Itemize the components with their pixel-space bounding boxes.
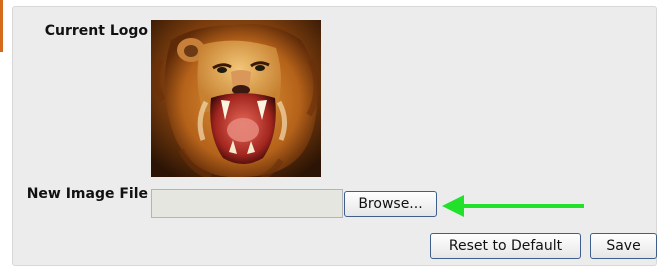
reset-to-default-button[interactable]: Reset to Default xyxy=(430,233,581,259)
current-logo-image xyxy=(151,20,321,177)
current-logo-label: Current Logo xyxy=(44,23,148,39)
save-button[interactable]: Save xyxy=(590,233,657,259)
lion-image xyxy=(151,20,321,177)
green-arrow-annotation xyxy=(442,195,584,217)
file-path-input[interactable] xyxy=(151,189,343,218)
browse-button[interactable]: Browse... xyxy=(344,191,437,217)
logo-settings-panel xyxy=(12,6,657,266)
new-image-file-label: New Image File xyxy=(26,186,148,202)
orange-edge-strip xyxy=(0,0,3,52)
